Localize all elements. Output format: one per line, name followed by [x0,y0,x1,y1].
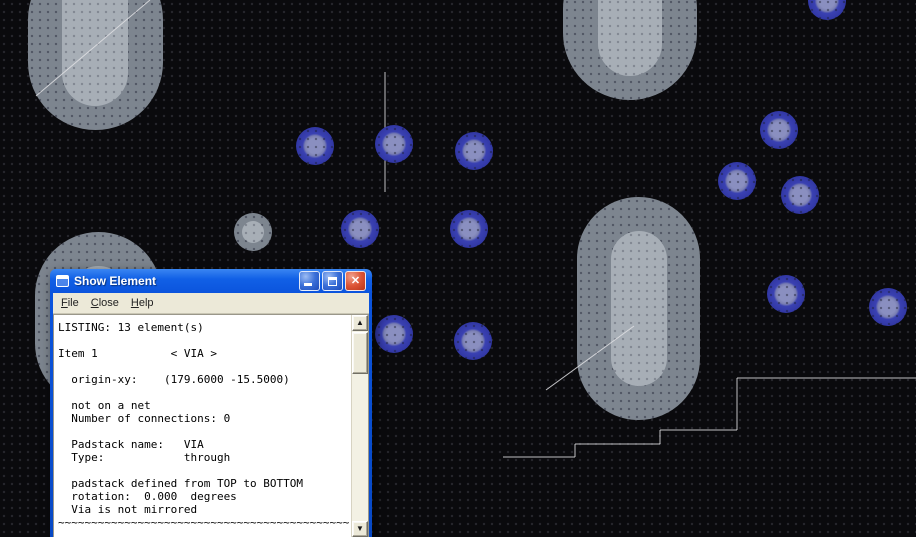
via[interactable] [767,275,805,313]
menu-item-close[interactable]: Close [85,295,125,311]
arrow-up-icon: ▲ [356,318,364,327]
element-listing: LISTING: 13 element(s) Item 1 < VIA > or… [58,321,350,529]
via[interactable] [296,127,334,165]
via[interactable] [341,210,379,248]
menu-item-file[interactable]: File [55,295,85,311]
vertical-scrollbar[interactable]: ▲ ▼ [351,315,368,537]
menu-item-help[interactable]: Help [125,295,160,311]
window-title: Show Element [74,274,157,288]
scroll-down-button[interactable]: ▼ [352,521,368,537]
via[interactable] [455,132,493,170]
via[interactable] [718,162,756,200]
maximize-icon [328,276,337,286]
via[interactable] [375,315,413,353]
scroll-up-button[interactable]: ▲ [352,315,368,331]
via[interactable] [454,322,492,360]
via[interactable] [781,176,819,214]
menu-bar: File Close Help [53,293,369,314]
trace [545,325,635,391]
minimize-button[interactable] [299,271,320,291]
arrow-down-icon: ▼ [356,524,364,533]
window-titlebar[interactable]: Show Element ✕ [53,269,369,293]
minimize-icon [304,283,312,286]
close-icon: ✕ [350,274,361,287]
via[interactable] [869,288,907,326]
close-button[interactable]: ✕ [345,271,366,291]
pcb-canvas[interactable]: Show Element ✕ File Close Help LISTING: 13… [0,0,916,537]
show-element-window: Show Element ✕ File Close Help LISTING: 13… [50,269,372,537]
listing-panel: LISTING: 13 element(s) Item 1 < VIA > or… [53,314,369,537]
via[interactable] [760,111,798,149]
maximize-button[interactable] [322,271,343,291]
via[interactable] [375,125,413,163]
window-body: File Close Help LISTING: 13 element(s) Ite… [53,293,369,537]
window-controls: ✕ [299,271,366,291]
trace [35,0,151,97]
window-icon [56,275,69,287]
via[interactable] [450,210,488,248]
scrollbar-thumb[interactable] [352,332,368,374]
